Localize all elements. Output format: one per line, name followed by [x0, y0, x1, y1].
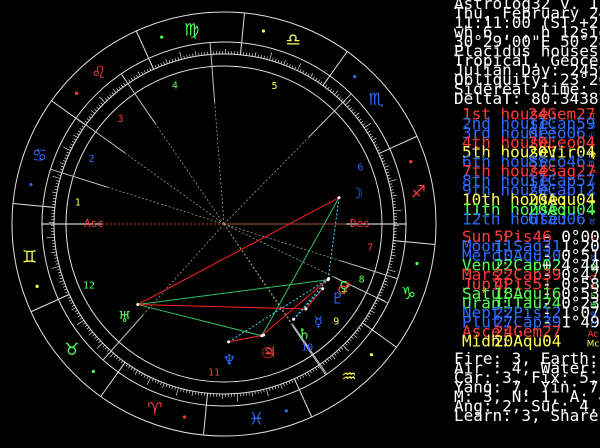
house-number: 12: [83, 281, 95, 292]
zodiac-sign-icon: ♊: [22, 247, 37, 267]
house-sign-icon: ♉: [588, 217, 596, 227]
house-number: 6: [357, 163, 363, 174]
house-number: 3: [117, 114, 123, 125]
house-number: 4: [172, 80, 178, 91]
house-number: 9: [333, 316, 339, 327]
planet-icon: ♇: [331, 289, 344, 307]
planet-icon: Mc: [587, 339, 600, 349]
sign-dot: [261, 29, 266, 33]
house-cusp-list: 1st house:24Gem27♊2nd house:11Can59♋3rd …: [462, 105, 596, 229]
chart-header-info: Astrolog32 v. 1.34Thu, February 24, 2022…: [454, 0, 600, 108]
planet-icon: ♅: [118, 308, 131, 326]
house-number: 8: [359, 275, 365, 286]
house-value: 6Tau06: [528, 209, 586, 228]
desc-label: Des: [350, 217, 370, 230]
planet-point: [337, 196, 341, 200]
sign-dot: [74, 91, 79, 95]
sign-dot: [409, 160, 413, 164]
zodiac-sign-icon: ♏: [368, 90, 383, 110]
zodiac-sign-icon: ♓: [249, 409, 264, 429]
planet-point: [304, 307, 308, 311]
chart-wheel: ♈♉♊♋♌♍ ♎♏♐♑♒♓ 1234 56789101112 ☉☽☿♀♂♃♄♅♆♇ …: [0, 0, 450, 448]
planet-icon: ♆: [223, 351, 236, 369]
house-number: 10: [301, 342, 313, 353]
planet-point: [136, 303, 140, 307]
sign-dot: [160, 35, 164, 39]
sign-dot: [353, 74, 357, 79]
house-sign-icon: ♍: [588, 151, 596, 161]
planet-point: [227, 340, 231, 344]
sign-dot: [182, 415, 187, 419]
planet-icon: ♃: [263, 343, 276, 361]
sign-dot: [415, 261, 419, 266]
planet-point: [326, 278, 330, 282]
info-panel: Astrolog32 v. 1.34Thu, February 24, 2022…: [454, 0, 600, 425]
planet-position-list: Sun :5Pis46- 0°00'☉Moon:11Sag31- 1°20'☽M…: [462, 227, 600, 351]
sign-dot: [29, 182, 33, 187]
planet-icon: ♄: [298, 325, 311, 343]
planet-icon: ☿: [314, 313, 323, 331]
planet-point: [292, 317, 296, 321]
zodiac-sign-icon: ♒: [342, 367, 357, 387]
house-number: 11: [208, 368, 220, 379]
house-sign-icon: ♋: [588, 122, 596, 132]
planet-point: [262, 333, 266, 337]
asc-label: Asc: [84, 217, 104, 230]
planet-icon: ☽: [350, 185, 363, 203]
sign-dot: [91, 369, 95, 374]
planet-value: 20Aqu04: [494, 331, 561, 350]
zodiac-sign-icon: ♎: [286, 31, 301, 51]
zodiac-sign-icon: ♌: [91, 63, 106, 83]
zodiac-sign-icon: ♐: [411, 183, 426, 203]
zodiac-sign-icon: ♍: [184, 21, 199, 41]
summary-line: Learn: 3, Share: 11: [454, 406, 600, 425]
house-number: 1: [75, 197, 81, 208]
house-sign-icon: ♒: [588, 208, 596, 218]
house-number: 5: [272, 81, 278, 92]
house-number: 7: [367, 243, 373, 254]
planet-icon: ♇: [589, 320, 597, 330]
zodiac-sign-icon: ♑: [401, 284, 416, 304]
sign-dot: [35, 284, 39, 288]
zodiac-sign-icon: ♉: [64, 340, 79, 360]
planet-icon: Ac: [588, 330, 599, 340]
house-number: 2: [89, 154, 95, 165]
zodiac-sign-icon: ♈: [147, 399, 162, 419]
sign-dot: [284, 409, 288, 413]
element-summary: Fire: 3, Earth: 4,Air : 4, Water: 3Car: …: [454, 349, 600, 425]
zodiac-sign-icon: ♋: [32, 146, 47, 166]
planet-point: [321, 287, 325, 291]
sign-dot: [369, 353, 374, 357]
